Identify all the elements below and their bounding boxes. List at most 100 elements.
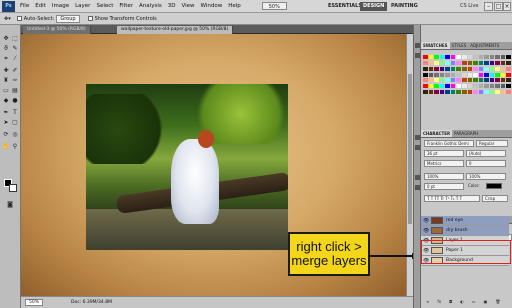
crop-tool-icon[interactable]: ⌗ — [2, 55, 10, 63]
swatch-color[interactable] — [484, 90, 489, 95]
layer-mask-icon[interactable]: ◘ — [447, 299, 454, 306]
menu-image[interactable]: Image — [49, 3, 72, 9]
swatch-color[interactable] — [506, 55, 511, 59]
swatch-color[interactable] — [473, 60, 478, 65]
menu-select[interactable]: Select — [93, 3, 116, 9]
swatch-color[interactable] — [467, 90, 473, 95]
swatch-color[interactable] — [489, 84, 495, 89]
swatch-color[interactable] — [423, 66, 428, 71]
hand-tool-icon[interactable]: ✋ — [2, 143, 10, 151]
background-color-swatch[interactable] — [9, 184, 17, 192]
type-tool-icon[interactable]: T — [11, 109, 19, 117]
swatch-color[interactable] — [500, 60, 506, 65]
auto-select-dropdown[interactable]: Group — [56, 14, 80, 23]
swatch-color[interactable] — [495, 66, 500, 71]
workspace-painting[interactable]: PAINTING — [388, 2, 421, 11]
swatch-color[interactable] — [506, 84, 511, 89]
swatch-color[interactable] — [495, 90, 500, 95]
swatch-color[interactable] — [439, 84, 445, 89]
swatch-color[interactable] — [478, 72, 484, 77]
swatch-color[interactable] — [439, 66, 445, 71]
font-size-field[interactable]: 36 pt — [424, 150, 464, 157]
lasso-tool-icon[interactable]: ϑ — [2, 45, 10, 53]
swatch-color[interactable] — [484, 60, 489, 65]
tab-styles[interactable]: STYLES — [450, 42, 469, 49]
swatch-color[interactable] — [423, 60, 428, 65]
swatch-color[interactable] — [489, 55, 495, 59]
menu-analysis[interactable]: Analysis — [136, 3, 165, 9]
swatch-color[interactable] — [467, 60, 473, 65]
transform-controls-checkbox[interactable] — [87, 16, 93, 21]
shape-tool-icon[interactable]: ▢ — [11, 119, 19, 127]
swatch-color[interactable] — [434, 78, 439, 83]
swatch-color[interactable] — [467, 78, 473, 83]
layer-style-icon[interactable]: fx — [435, 299, 443, 306]
swatch-color[interactable] — [478, 55, 484, 59]
swatch-color[interactable] — [467, 72, 473, 77]
font-family-select[interactable]: Franklin Gothic Demi — [424, 140, 474, 147]
swatch-color[interactable] — [428, 84, 434, 89]
swatch-color[interactable] — [489, 66, 495, 71]
swatch-color[interactable] — [506, 60, 511, 65]
path-select-tool-icon[interactable]: ➤ — [2, 119, 10, 127]
swatch-color[interactable] — [423, 78, 428, 83]
swatch-color[interactable] — [445, 55, 450, 59]
swatch-color[interactable] — [434, 84, 439, 89]
swatch-color[interactable] — [434, 60, 439, 65]
layer-row[interactable]: 👁 dry brush — [421, 226, 509, 236]
cs-live-button[interactable]: CS Live — [460, 2, 478, 11]
workspace-design[interactable]: DESIGN — [360, 2, 388, 11]
swatch-color[interactable] — [506, 78, 511, 83]
zoom-level-select[interactable]: 50% — [261, 2, 287, 10]
kerning-field[interactable]: Metrics — [424, 160, 464, 167]
workspace-essentials[interactable]: ESSENTIALS — [325, 2, 365, 11]
swatch-color[interactable] — [484, 55, 489, 59]
swatch-color[interactable] — [489, 72, 495, 77]
swatch-color[interactable] — [461, 60, 467, 65]
swatch-color[interactable] — [506, 90, 511, 95]
swatch-color[interactable] — [461, 72, 467, 77]
swatch-color[interactable] — [473, 55, 478, 59]
text-color-swatch[interactable] — [486, 183, 502, 189]
swatch-color[interactable] — [478, 78, 484, 83]
swatch-color[interactable] — [500, 78, 506, 83]
swatch-color[interactable] — [489, 90, 495, 95]
tab-adjustments[interactable]: ADJUSTMENTS — [468, 42, 501, 49]
swatch-color[interactable] — [456, 78, 461, 83]
gradient-tool-icon[interactable]: ▤ — [11, 87, 19, 95]
doc-size-info[interactable]: Doc: 6.39M/34.8M — [71, 300, 112, 305]
swatch-color[interactable] — [445, 66, 450, 71]
swatch-color[interactable] — [500, 72, 506, 77]
swatch-color[interactable] — [434, 72, 439, 77]
menu-file[interactable]: File — [17, 3, 32, 9]
swatch-color[interactable] — [445, 78, 450, 83]
visibility-eye-icon[interactable]: 👁 — [423, 228, 429, 234]
marquee-tool-icon[interactable]: ⬚ — [11, 35, 19, 43]
swatch-color[interactable] — [439, 78, 445, 83]
move-tool-icon[interactable]: ✥ — [2, 35, 10, 43]
swatch-color[interactable] — [450, 72, 456, 77]
tab-character[interactable]: CHARACTER — [421, 130, 453, 137]
swatch-color[interactable] — [428, 90, 434, 95]
swatch-color[interactable] — [478, 66, 484, 71]
swatch-color[interactable] — [478, 60, 484, 65]
tab-wallpaper-texture[interactable]: wallpaper-texture-old-paper.jpg @ 50% (R… — [117, 26, 234, 34]
swatch-color[interactable] — [484, 78, 489, 83]
swatch-color[interactable] — [473, 90, 478, 95]
tracking-field[interactable]: 0 — [466, 160, 506, 167]
swatch-color[interactable] — [434, 90, 439, 95]
swatch-color[interactable] — [439, 72, 445, 77]
dodge-tool-icon[interactable]: ● — [11, 97, 19, 105]
swatch-color[interactable] — [434, 66, 439, 71]
tab-paragraph[interactable]: PARAGRAPH — [452, 130, 480, 137]
swatch-color[interactable] — [489, 60, 495, 65]
menu-help[interactable]: Help — [225, 3, 244, 9]
menu-layer[interactable]: Layer — [72, 3, 93, 9]
swatch-color[interactable] — [456, 84, 461, 89]
swatch-color[interactable] — [478, 90, 484, 95]
swatch-color[interactable] — [473, 66, 478, 71]
swatch-color[interactable] — [445, 84, 450, 89]
new-layer-icon[interactable]: ▣ — [482, 299, 490, 306]
swatch-color[interactable] — [461, 90, 467, 95]
healing-tool-icon[interactable]: ✚ — [2, 67, 10, 75]
